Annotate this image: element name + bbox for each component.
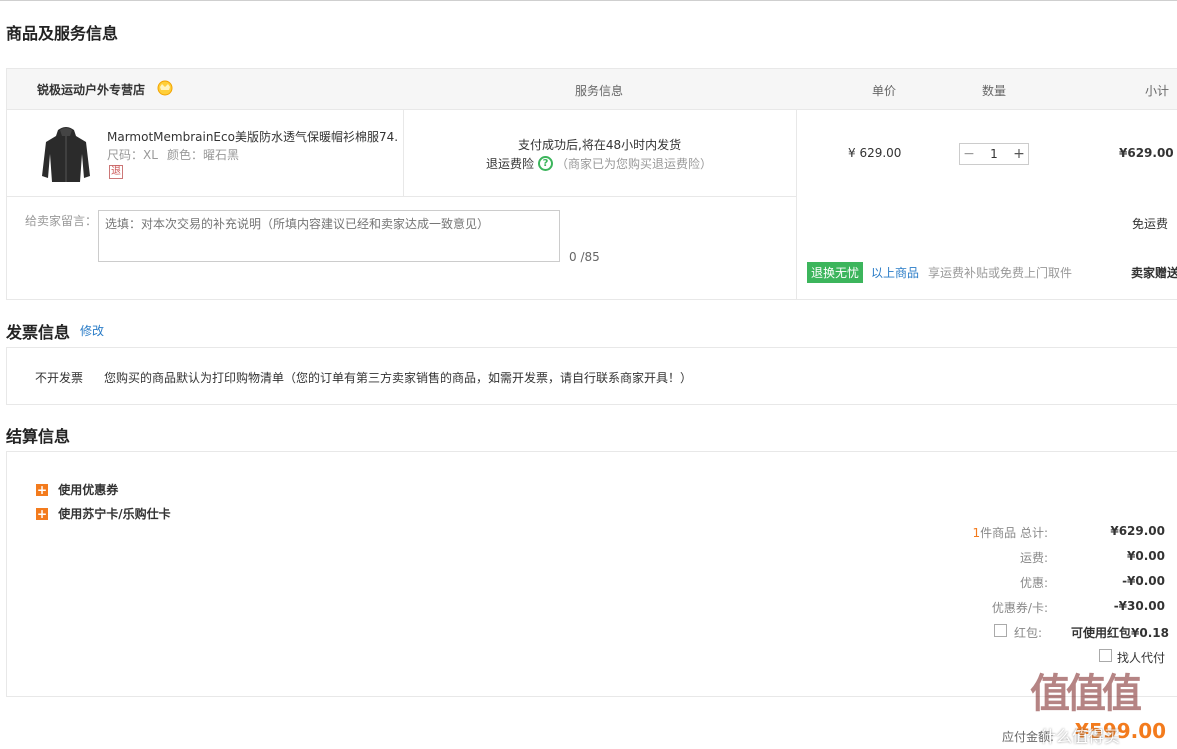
use-card-toggle[interactable]: + 使用苏宁卡/乐购仕卡 — [36, 505, 171, 522]
remark-input[interactable] — [98, 210, 560, 262]
remark-counter: 0 /85 — [569, 250, 600, 264]
shipping-value: ¥0.00 — [1127, 549, 1165, 563]
header-service: 服务信息 — [575, 84, 624, 98]
use-coupon-label: 使用优惠券 — [58, 483, 119, 497]
item-subtotal: ¥629.00 — [1119, 146, 1174, 160]
product-size: 尺码：XL — [107, 148, 158, 162]
item-count-line: 1件商品 总计: — [928, 524, 1049, 541]
item-count-suffix: 件商品 总计: — [980, 526, 1048, 540]
shipping-label: 运费: — [1019, 551, 1048, 565]
redpack-checkbox[interactable] — [994, 624, 1007, 637]
expand-plus-icon: + — [36, 507, 48, 521]
settle-section-title: 结算信息 — [6, 427, 71, 446]
qty-value[interactable]: 1 — [978, 147, 1010, 161]
redpack-value: 可使用红包¥0.18 — [1071, 626, 1169, 640]
store-name[interactable]: 锐极运动户外专营店 — [37, 81, 145, 98]
shipping-free: 免运费 — [1132, 217, 1169, 231]
remark-label: 给卖家留言： — [25, 214, 98, 228]
invoice-section-title: 发票信息 — [6, 323, 71, 342]
expand-plus-icon: + — [36, 483, 48, 497]
coupon-label: 优惠券/卡: — [991, 601, 1048, 615]
col-divider-product — [403, 109, 404, 196]
row-divider — [6, 196, 797, 197]
seller-gift: 卖家赠送 — [1131, 266, 1177, 280]
invoice-desc: 您购买的商品默认为打印购物清单（您的订单有第三方卖家销售的商品，如需开发票，请自… — [104, 371, 693, 385]
item-count: 1 — [972, 526, 981, 540]
product-color: 颜色：曜石黑 — [167, 148, 240, 162]
qty-minus-button[interactable]: − — [960, 144, 978, 164]
total-value: ¥629.00 — [1110, 524, 1165, 538]
worry-free-desc: 享运费补贴或免费上门取件 — [928, 266, 1073, 280]
help-question-icon[interactable]: ? — [538, 156, 553, 171]
qty-plus-button[interactable]: + — [1010, 144, 1028, 164]
unit-price: ¥ 629.00 — [848, 146, 902, 160]
col-divider-price — [796, 109, 797, 300]
above-goods-link[interactable]: 以上商品 — [871, 264, 919, 281]
invoice-edit-link[interactable]: 修改 — [80, 322, 104, 339]
use-card-label: 使用苏宁卡/乐购仕卡 — [58, 507, 171, 521]
return-insurance-label: 退运费险 — [486, 157, 535, 171]
quantity-stepper: − 1 + — [959, 143, 1029, 165]
ship-promise: 支付成功后,将在48小时内发货 — [518, 138, 682, 152]
invoice-type: 不开发票 — [35, 371, 84, 385]
watermark-logo: 值值值 — [1030, 671, 1142, 717]
redpack-label: 红包: — [1014, 626, 1043, 640]
discount-value: -¥0.00 — [1122, 574, 1165, 588]
return-tag: 退 — [109, 165, 123, 179]
goods-section-title: 商品及服务信息 — [6, 24, 119, 43]
product-image[interactable] — [40, 124, 92, 186]
return-insurance-note: （商家已为您购买退运费险） — [556, 157, 713, 171]
coupon-value: -¥30.00 — [1113, 599, 1165, 613]
watermark-site: 什么值得买 — [1040, 727, 1121, 746]
product-name[interactable]: MarmotMembrainEco美版防水透气保暖帽衫棉服74... — [107, 128, 397, 145]
worry-free-badge: 退换无忧 — [807, 262, 864, 283]
store-crown-icon — [155, 78, 175, 99]
use-coupon-toggle[interactable]: + 使用优惠券 — [36, 481, 118, 498]
discount-label: 优惠: — [1019, 576, 1048, 590]
header-quantity: 数量 — [982, 84, 1007, 98]
header-unit-price: 单价 — [872, 84, 897, 98]
header-subtotal: 小计 — [1145, 84, 1170, 98]
